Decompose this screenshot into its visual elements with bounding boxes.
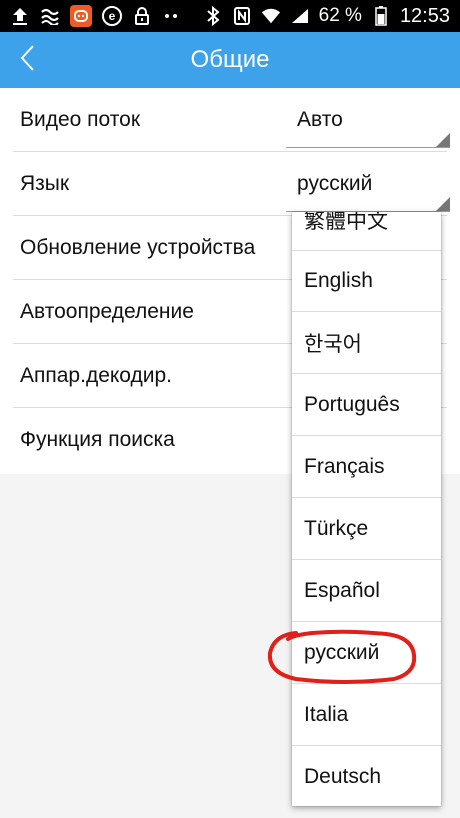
bluetooth-icon [203,6,223,26]
wifi-icon [261,6,281,26]
page-title: Общие [190,46,270,73]
select-value: русский [297,172,373,195]
setting-language[interactable]: Язык русский [13,152,450,216]
language-option[interactable]: 繁體中文 [292,212,441,251]
back-button[interactable] [12,42,42,78]
e-icon: e [102,6,122,26]
lock-icon [132,6,152,26]
battery-percentage: 62 % [318,5,362,26]
language-option[interactable]: Italia [292,684,441,746]
upload-icon [10,6,30,26]
setting-video-stream[interactable]: Видео поток Авто [13,88,450,152]
sync-icon [40,6,60,26]
setting-label: Язык [20,171,70,195]
language-dropdown[interactable]: 繁體中文 English 한국어 Português Français Türk… [292,212,441,806]
language-option[interactable]: Français [292,436,441,498]
nfc-icon [232,6,252,26]
app-notification-icon [70,5,92,27]
dropdown-arrow-icon [436,133,450,147]
video-stream-select[interactable]: Авто [286,94,450,148]
clock: 12:53 [399,4,450,27]
language-option[interactable]: Türkçe [292,498,441,560]
language-option[interactable]: Deutsch [292,746,441,806]
more-icon [162,6,182,26]
status-bar: e 62 % 12:53 [0,0,460,32]
chevron-left-icon [19,44,35,77]
language-option[interactable]: English [292,250,441,312]
language-select[interactable]: русский [286,158,450,212]
signal-icon [290,6,310,26]
setting-label: Автоопределение [20,299,194,323]
status-right-icons: 62 % 12:53 [203,5,450,28]
language-option[interactable]: 한국어 [292,312,441,374]
language-option[interactable]: Português [292,374,441,436]
language-option[interactable]: Español [292,560,441,622]
language-option-selected[interactable]: русский [292,622,441,684]
battery-icon [371,6,391,26]
setting-label: Аппар.декодир. [20,363,173,387]
app-header: Общие [0,32,460,88]
setting-label: Функция поиска [20,428,175,451]
setting-label: Обновление устройства [20,235,256,259]
setting-label: Видео поток [20,107,141,131]
select-value: Авто [297,108,343,131]
status-left-icons: e [10,5,182,27]
dropdown-arrow-icon [436,197,450,211]
